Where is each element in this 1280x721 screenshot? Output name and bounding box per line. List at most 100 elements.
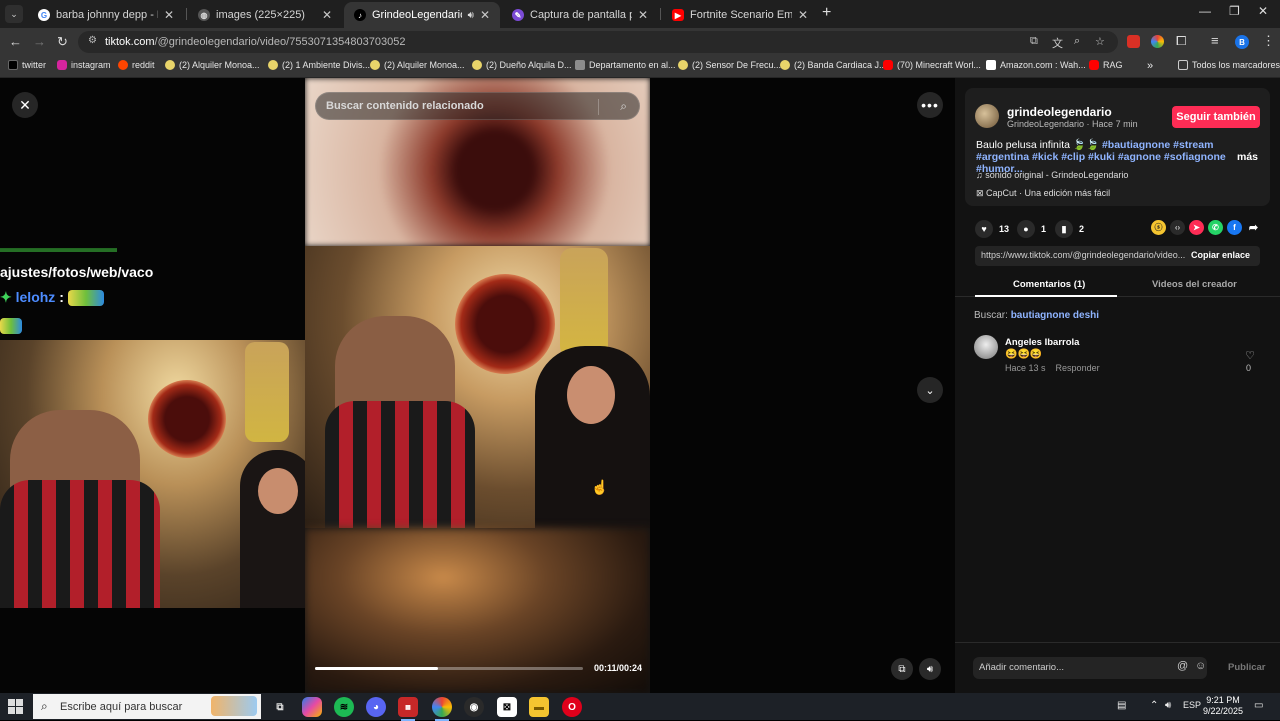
tab-3[interactable]: ✎ Captura de pantalla por Lightsh ✕ xyxy=(502,2,658,28)
notifications-icon[interactable]: ▭ xyxy=(1254,700,1263,711)
author-username[interactable]: grindeolegendario xyxy=(1007,105,1112,119)
facebook-icon[interactable]: f xyxy=(1227,220,1242,235)
embed-icon[interactable]: ‹› xyxy=(1170,220,1185,235)
zoom-icon[interactable]: ⌕ xyxy=(1074,35,1080,48)
capcut-link[interactable]: ⊠ CapCut · Una edición más fácil xyxy=(976,188,1110,199)
sound-link[interactable]: ♫ sonido original - GrindeoLegendario xyxy=(976,170,1128,180)
video-progress-bar[interactable] xyxy=(315,667,583,670)
more-link[interactable]: más xyxy=(1237,151,1258,163)
language-indicator[interactable]: ESP xyxy=(1183,700,1201,710)
next-video-button[interactable]: ⌄ xyxy=(917,377,943,403)
close-tab-icon[interactable]: ✕ xyxy=(322,8,332,22)
volume-tray-icon[interactable]: 🔊︎ xyxy=(1165,700,1171,711)
copy-link-button[interactable]: Copiar enlace xyxy=(1191,250,1250,260)
bookmark-item[interactable]: twitter xyxy=(8,60,46,70)
capcut-app-icon[interactable]: ⊠ xyxy=(497,697,517,717)
bookmark-item[interactable]: Departamento en al... xyxy=(575,60,676,70)
related-search-suggestion[interactable]: Buscar: bautiagnone deshi xyxy=(974,310,1099,321)
bookmark-item[interactable]: (2) Dueño Alquila D... xyxy=(472,60,572,70)
close-window-icon[interactable]: ✕ xyxy=(1258,4,1268,18)
bookmark-star-icon[interactable]: ☆ xyxy=(1095,35,1105,48)
media-control-icon[interactable]: ≡ xyxy=(1211,33,1219,48)
profile-avatar[interactable]: B xyxy=(1235,35,1249,49)
close-tab-icon[interactable]: ✕ xyxy=(638,8,648,22)
minimize-icon[interactable]: — xyxy=(1199,4,1211,18)
save-button[interactable]: ▮ 2 xyxy=(1055,220,1084,238)
commenter-avatar[interactable] xyxy=(974,335,998,359)
share-arrow-icon[interactable]: ➦ xyxy=(1246,220,1261,235)
taskbar-clock[interactable]: 9:21 PM 9/22/2025 xyxy=(1203,695,1243,717)
coin-share-icon[interactable]: ⓢ xyxy=(1151,220,1166,235)
mention-icon[interactable]: @ xyxy=(1177,660,1188,672)
pip-button[interactable]: ⧉ xyxy=(891,658,913,680)
back-icon[interactable]: ← xyxy=(9,34,22,49)
add-comment-input[interactable]: Añadir comentario... @ ☺ xyxy=(973,657,1207,679)
search-icon[interactable]: ⌕ xyxy=(620,99,627,114)
bookmark-item[interactable]: instagram xyxy=(57,60,111,70)
url-text[interactable]: tiktok.com/@grindeolegendario/video/7553… xyxy=(105,36,405,48)
translate-icon[interactable]: 文 xyxy=(1052,35,1063,51)
new-tab-icon[interactable]: + xyxy=(822,4,831,22)
bookmark-item[interactable]: (2) Alquiler Monoa... xyxy=(370,60,465,70)
taskbar-search-input[interactable]: ⌕ Escribe aquí para buscar xyxy=(33,694,261,719)
video-player[interactable]: Buscar contenido relacionado ⌕ xyxy=(305,78,650,693)
keyboard-icon[interactable]: ▤ xyxy=(1117,700,1126,711)
share-link-text[interactable]: https://www.tiktok.com/@grindeolegendari… xyxy=(981,250,1186,260)
close-tab-icon[interactable]: ✕ xyxy=(480,8,490,22)
tab-comments[interactable]: Comentarios (1) xyxy=(1013,279,1085,290)
comment-like-icon[interactable]: ♡ xyxy=(1245,349,1255,362)
send-icon[interactable]: ➤ xyxy=(1189,220,1204,235)
bookmark-item[interactable]: Amazon.com : Wah... xyxy=(986,60,1086,70)
bookmarks-overflow-icon[interactable]: » xyxy=(1147,60,1153,72)
tab-creator-videos[interactable]: Videos del creador xyxy=(1152,279,1237,290)
site-info-icon[interactable]: ⚙ xyxy=(88,35,97,46)
close-tab-icon[interactable]: ✕ xyxy=(164,8,174,22)
copilot-icon[interactable] xyxy=(302,697,322,717)
bookmark-item[interactable]: RAG xyxy=(1089,60,1123,70)
tab-search-menu-icon[interactable]: ⌄ xyxy=(5,5,23,23)
bookmark-item[interactable]: reddit xyxy=(118,60,155,70)
extensions-puzzle-icon[interactable]: ⧠ xyxy=(1176,33,1186,49)
whatsapp-icon[interactable]: ✆ xyxy=(1208,220,1223,235)
chrome-menu-icon[interactable]: ⋮ xyxy=(1262,33,1275,49)
tab-4[interactable]: ▶ Fortnite Scenario Emote 1 Hou ✕ xyxy=(662,2,818,28)
chrome-icon[interactable] xyxy=(432,697,452,721)
opera-icon[interactable]: O xyxy=(562,697,582,717)
extension-1-icon[interactable] xyxy=(1127,35,1140,48)
tab-0[interactable]: G barba johnny depp - Buscar con ✕ xyxy=(28,2,184,28)
comment-button[interactable]: ● 1 xyxy=(1017,220,1046,238)
bookmark-item[interactable]: (70) Minecraft Worl... xyxy=(883,60,981,70)
related-search-input[interactable]: Buscar contenido relacionado ⌕ xyxy=(315,92,640,120)
all-bookmarks-folder[interactable]: Todos los marcadores xyxy=(1178,60,1280,70)
install-app-icon[interactable]: ⧉ xyxy=(1030,35,1038,48)
follow-button[interactable]: Seguir también xyxy=(1172,106,1260,128)
reload-icon[interactable]: ↻ xyxy=(57,34,68,50)
restore-icon[interactable]: ❐ xyxy=(1229,4,1240,18)
discord-icon[interactable]: ◕ xyxy=(366,697,386,717)
commenter-name[interactable]: Angeles Ibarrola xyxy=(1005,337,1079,348)
game-app-icon[interactable]: ▦ xyxy=(398,697,418,721)
close-tab-icon[interactable]: ✕ xyxy=(798,8,808,22)
emoji-icon[interactable]: ☺ xyxy=(1195,660,1206,672)
tab-1[interactable]: ◍ images (225×225) ✕ xyxy=(188,2,342,28)
address-bar[interactable]: ⚙ tiktok.com/@grindeolegendario/video/75… xyxy=(78,31,1118,53)
bookmark-item[interactable]: (2) 1 Ambiente Divis... xyxy=(268,60,370,70)
publish-button[interactable]: Publicar xyxy=(1228,662,1266,673)
bookmark-item[interactable]: (2) Sensor De Frecu... xyxy=(678,60,781,70)
windows-start-icon[interactable] xyxy=(8,699,24,715)
more-options-button[interactable]: ••• xyxy=(917,92,943,118)
tray-chevron-icon[interactable]: ⌃ xyxy=(1150,700,1158,711)
speaker-icon[interactable]: 🔊︎ xyxy=(468,10,474,21)
file-explorer-icon[interactable]: ▬ xyxy=(529,697,549,717)
bookmark-item[interactable]: (2) Banda Cardiaca J... xyxy=(780,60,887,70)
extension-2-icon[interactable] xyxy=(1151,35,1164,48)
tab-2-active[interactable]: ♪ GrindeoLegendario (@grin 🔊︎ ✕ xyxy=(344,2,500,28)
obs-icon[interactable]: ◉ xyxy=(464,697,484,717)
spotify-icon[interactable]: ≋ xyxy=(334,697,354,717)
author-avatar[interactable] xyxy=(975,104,999,128)
volume-button[interactable]: 🔊︎ xyxy=(919,658,941,680)
task-view-icon[interactable]: ⧉ xyxy=(270,697,290,717)
search-term[interactable]: bautiagnone deshi xyxy=(1011,310,1099,321)
bookmark-item[interactable]: (2) Alquiler Monoa... xyxy=(165,60,260,70)
close-video-button[interactable]: ✕ xyxy=(12,92,38,118)
